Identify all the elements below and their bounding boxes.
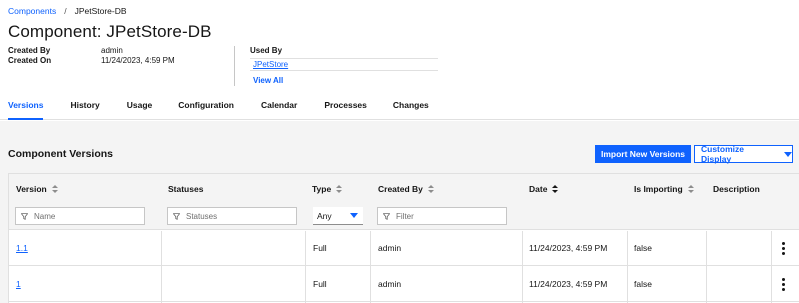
statuses-filter-placeholder: Statuses <box>186 211 218 221</box>
column-header-version[interactable]: Version <box>16 184 58 194</box>
column-label: Created By <box>378 184 423 194</box>
tab-versions[interactable]: Versions <box>8 96 44 120</box>
column-header-statuses: Statuses <box>168 184 203 194</box>
created-by-filter-placeholder: Filter <box>396 211 414 221</box>
type-filter-value: Any <box>317 210 332 221</box>
filter-icon <box>21 212 28 220</box>
version-link[interactable]: 1.1 <box>16 243 28 253</box>
created-by-label: Created By <box>8 46 51 55</box>
statuses-filter-input[interactable]: Statuses <box>167 207 297 225</box>
overflow-menu-icon[interactable] <box>782 242 785 255</box>
column-label: Statuses <box>168 184 204 194</box>
breadcrumb: Components / JPetStore-DB <box>8 6 127 16</box>
chevron-down-icon <box>784 151 792 157</box>
view-all-link[interactable]: View All <box>250 76 438 85</box>
created-on-label: Created On <box>8 56 52 65</box>
column-header-type[interactable]: Type <box>312 184 343 194</box>
tab-bar: Versions History Usage Configuration Cal… <box>0 96 799 120</box>
sort-icon <box>336 185 343 193</box>
chevron-down-icon <box>350 213 358 218</box>
customize-display-button[interactable]: Customize Display <box>694 144 793 164</box>
breadcrumb-current: JPetStore-DB <box>74 6 127 16</box>
created-by-cell: admin <box>378 243 402 253</box>
tab-history[interactable]: History <box>70 96 99 120</box>
column-header-date[interactable]: Date <box>529 184 559 194</box>
created-by-filter-input[interactable]: Filter <box>377 207 507 225</box>
column-label: Date <box>529 184 548 194</box>
versions-table: Version Statuses Type Created By Date Is… <box>8 173 799 303</box>
section-title: Component Versions <box>8 148 114 160</box>
column-header-description: Description <box>713 184 760 194</box>
breadcrumb-components-link[interactable]: Components <box>8 6 56 16</box>
customize-display-label: Customize Display <box>701 144 744 164</box>
breadcrumb-separator: / <box>64 6 67 16</box>
type-cell: Full <box>313 243 327 253</box>
created-by-cell: admin <box>378 279 402 289</box>
column-header-created-by[interactable]: Created By <box>378 184 434 194</box>
tab-calendar[interactable]: Calendar <box>261 96 297 120</box>
created-by-value: admin <box>101 46 123 55</box>
column-label: Version <box>16 184 47 194</box>
version-cell: 1.1 <box>16 231 28 266</box>
page-title: Component: JPetStore-DB <box>8 22 212 41</box>
tab-processes[interactable]: Processes <box>324 96 367 120</box>
used-by-item: JPetStore <box>250 58 438 71</box>
date-cell: 11/24/2023, 4:59 PM <box>529 243 608 253</box>
meta-divider <box>234 46 235 86</box>
version-filter-placeholder: Name <box>34 211 56 221</box>
used-by-link[interactable]: JPetStore <box>253 60 288 69</box>
type-cell: Full <box>313 279 327 289</box>
is-importing-cell: false <box>634 279 652 289</box>
filter-icon <box>383 212 390 220</box>
is-importing-cell: false <box>634 243 652 253</box>
column-label: Is Importing <box>634 184 683 194</box>
table-row: 1 Full admin 11/24/2023, 4:59 PM false <box>9 267 799 302</box>
tab-configuration[interactable]: Configuration <box>178 96 234 120</box>
filter-icon <box>173 212 180 220</box>
sort-icon <box>687 185 694 193</box>
component-meta: Created By admin Created On 11/24/2023, … <box>8 46 175 66</box>
table-header: Version Statuses Type Created By Date Is… <box>9 174 799 230</box>
created-on-value: 11/24/2023, 4:59 PM <box>101 56 175 65</box>
column-label: Type <box>312 184 332 194</box>
used-by-label: Used By <box>250 46 283 55</box>
sort-icon <box>51 185 58 193</box>
sort-icon <box>427 185 434 193</box>
import-new-versions-button[interactable]: Import New Versions <box>595 145 691 163</box>
tab-usage[interactable]: Usage <box>127 96 153 120</box>
table-row: 1.1 Full admin 11/24/2023, 4:59 PM false <box>9 231 799 266</box>
type-filter-select[interactable]: Any <box>313 207 363 225</box>
date-cell: 11/24/2023, 4:59 PM <box>529 279 608 289</box>
version-cell: 1 <box>16 267 21 302</box>
column-header-is-importing[interactable]: Is Importing <box>634 184 694 194</box>
sort-icon <box>552 185 559 193</box>
tab-changes[interactable]: Changes <box>393 96 429 120</box>
overflow-menu-icon[interactable] <box>782 278 785 291</box>
version-filter-input[interactable]: Name <box>15 207 145 225</box>
version-link[interactable]: 1 <box>16 279 21 289</box>
column-label: Description <box>713 184 760 194</box>
used-by-section: Used By JPetStore View All <box>250 46 438 85</box>
